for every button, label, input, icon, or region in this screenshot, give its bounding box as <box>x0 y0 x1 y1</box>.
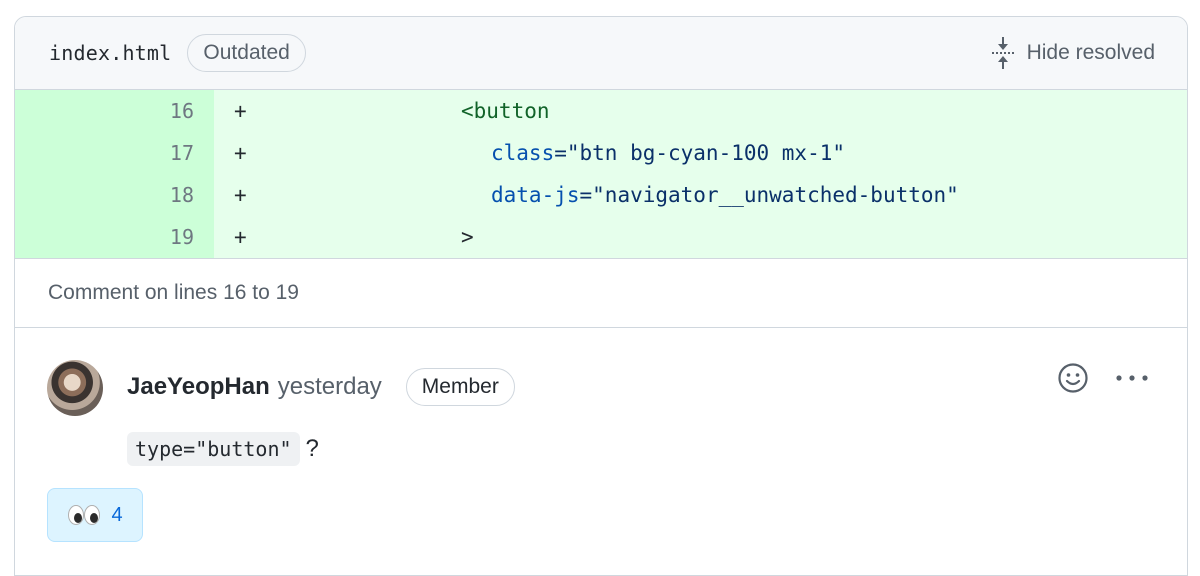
smiley-icon[interactable] <box>1057 362 1089 394</box>
code-text: data-js="navigator__unwatched-button" <box>491 174 959 216</box>
line-number[interactable]: 16 <box>15 90 214 132</box>
line-number[interactable]: 19 <box>15 216 214 258</box>
added-marker: + <box>234 141 247 165</box>
fold-icon <box>991 37 1014 69</box>
added-marker: + <box>234 99 247 123</box>
code-text: class="btn bg-cyan-100 mx-1" <box>491 132 845 174</box>
comment-range-label: Comment on lines 16 to 19 <box>15 259 1187 328</box>
code-token-str: ="navigator__unwatched-button" <box>579 183 959 207</box>
member-badge: Member <box>405 368 515 406</box>
code-token-tag: <button <box>461 99 550 123</box>
avatar[interactable] <box>47 360 103 416</box>
comment-body: type="button" ? <box>127 432 319 466</box>
kebab-horizontal-icon[interactable] <box>1115 373 1149 383</box>
inline-code: type="button" <box>127 432 300 466</box>
line-number[interactable]: 17 <box>15 132 214 174</box>
review-comment: JaeYeopHan yesterday Member type="button… <box>15 328 1187 558</box>
comment-text: ? <box>305 435 319 462</box>
diff-line: 16 + <button <box>15 90 1187 132</box>
code-token-attr: data-js <box>491 183 580 207</box>
line-number[interactable]: 18 <box>15 174 214 216</box>
hide-resolved-label: Hide resolved <box>1026 41 1155 64</box>
reaction-count: 4 <box>111 503 123 526</box>
code-token-str: ="btn bg-cyan-100 mx-1" <box>554 141 846 165</box>
outdated-badge: Outdated <box>187 34 306 72</box>
diff-line: 19 + > <box>15 216 1187 258</box>
comment-header: JaeYeopHan yesterday Member <box>127 368 515 406</box>
eyes-emoji <box>68 505 101 525</box>
code-text: > <box>461 216 474 258</box>
code-token-attr: class <box>491 141 555 165</box>
eyes-reaction-button[interactable]: 4 <box>47 488 143 542</box>
code-cell: + data-js="navigator__unwatched-button" <box>214 174 1187 216</box>
code-cell: + class="btn bg-cyan-100 mx-1" <box>214 132 1187 174</box>
review-thread-card: index.html Outdated Hide resolved 16 + <bu… <box>14 16 1188 576</box>
author-name[interactable]: JaeYeopHan <box>127 373 270 401</box>
code-cell: + <button <box>214 90 1187 132</box>
file-header: index.html Outdated Hide resolved <box>15 17 1187 90</box>
diff-block: 16 + <button 17 + class="btn bg-cyan-100 mx-1… <box>15 90 1187 259</box>
comment-timestamp[interactable]: yesterday <box>278 373 382 401</box>
code-token-plain: > <box>461 225 474 249</box>
file-name[interactable]: index.html <box>49 41 171 65</box>
diff-line: 18 + data-js="navigator__unwatched-button" <box>15 174 1187 216</box>
comment-actions <box>1057 362 1149 394</box>
code-cell: + > <box>214 216 1187 258</box>
added-marker: + <box>234 225 247 249</box>
code-text: <button <box>461 90 550 132</box>
added-marker: + <box>234 183 247 207</box>
hide-resolved-button[interactable]: Hide resolved <box>991 36 1155 70</box>
diff-line: 17 + class="btn bg-cyan-100 mx-1" <box>15 132 1187 174</box>
